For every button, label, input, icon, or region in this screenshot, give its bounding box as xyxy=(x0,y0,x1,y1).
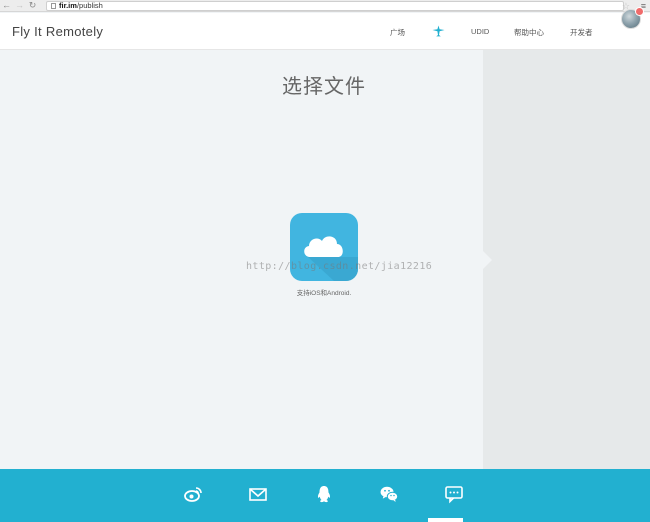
support-text: 支持iOS和Android. xyxy=(296,290,352,297)
watermark-text: http://blog.csdn.net/jia12216 xyxy=(246,261,433,272)
page-icon xyxy=(51,3,56,9)
plane-icon[interactable] xyxy=(432,25,445,37)
nav-item-udid[interactable]: UDID xyxy=(471,27,489,36)
back-button[interactable]: ← xyxy=(0,0,13,11)
url-text: fir.im/publish xyxy=(59,2,103,10)
weibo-icon[interactable] xyxy=(183,484,203,504)
side-panel xyxy=(483,50,650,469)
nav-item-help[interactable]: 帮助中心 xyxy=(514,27,544,38)
page-title: 选择文件 xyxy=(282,76,366,98)
chat-icon[interactable] xyxy=(444,484,464,504)
wechat-icon[interactable] xyxy=(379,484,399,504)
reload-button[interactable]: ↻ xyxy=(26,0,39,11)
forward-button[interactable]: → xyxy=(13,0,26,11)
share-footer xyxy=(0,469,650,522)
browser-toolbar: ← → ↻ fir.im/publish ☆ ≡ xyxy=(0,0,650,12)
address-bar[interactable]: fir.im/publish xyxy=(46,1,624,11)
panel-pointer xyxy=(483,251,492,269)
upload-panel xyxy=(0,50,483,469)
nav-item-square[interactable]: 广场 xyxy=(390,27,405,38)
site-header: Fly It Remotely 广场 UDID 帮助中心 开发者 xyxy=(0,13,650,50)
qq-icon[interactable] xyxy=(314,484,334,504)
nav-item-developer[interactable]: 开发者 xyxy=(570,27,593,38)
notification-badge xyxy=(635,7,644,16)
brand-logo[interactable]: Fly It Remotely xyxy=(12,24,103,39)
url-path: /publish xyxy=(76,1,103,10)
url-host: fir.im xyxy=(59,1,77,10)
mail-icon[interactable] xyxy=(248,484,268,504)
active-tab-indicator xyxy=(428,518,463,522)
